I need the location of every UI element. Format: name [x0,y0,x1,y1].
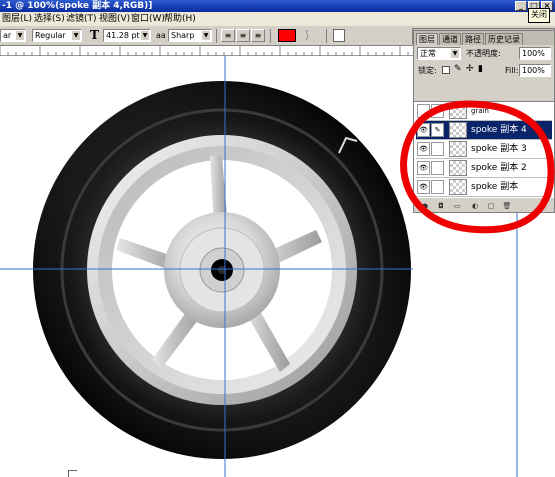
corner-marker [68,470,77,477]
red-annotation-circle [400,100,555,234]
close-tooltip: 关闭 [528,8,550,23]
annotation-overlay [400,100,555,234]
